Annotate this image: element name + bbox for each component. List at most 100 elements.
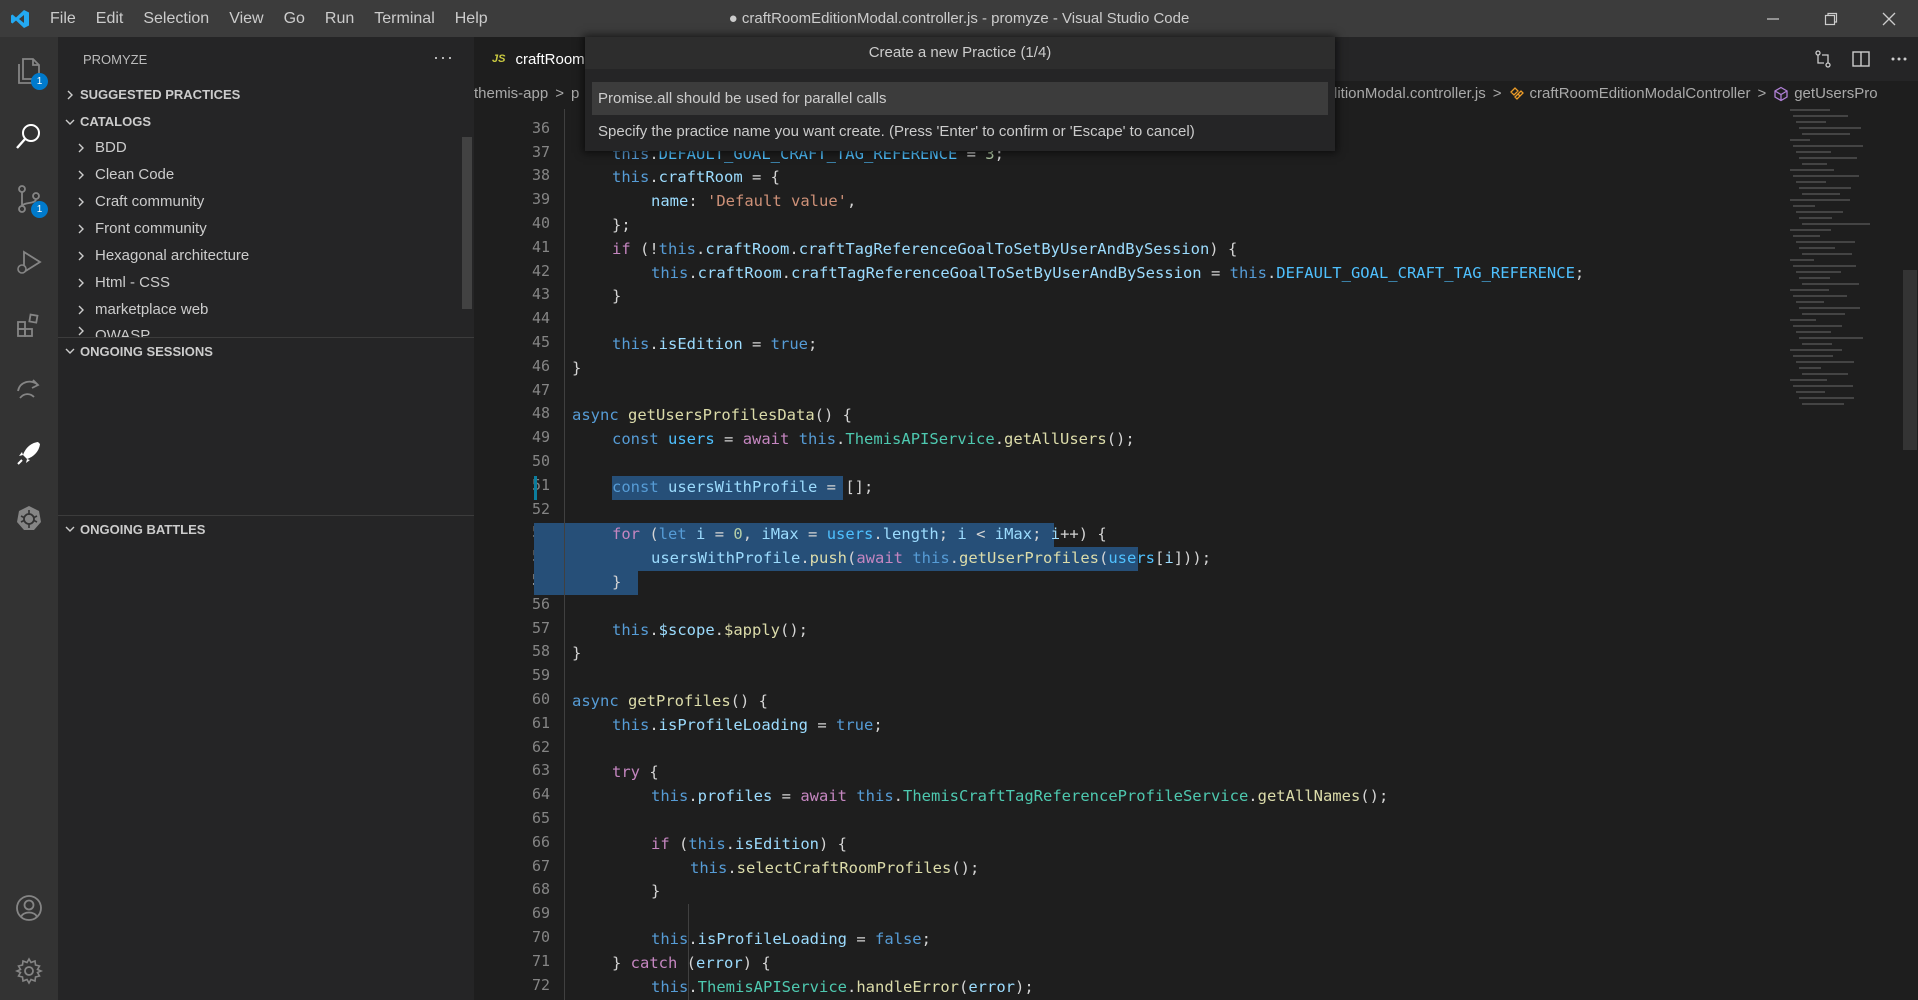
line-number: 40 <box>531 214 550 232</box>
helm-wheel-icon <box>17 506 41 530</box>
code-line-58: } <box>572 644 582 663</box>
line-number: 66 <box>531 832 550 851</box>
line-number: 39 <box>531 190 550 209</box>
close-button[interactable] <box>1860 0 1918 37</box>
code-line-64: this.profiles = await this.ThemisCraftTa… <box>651 787 1389 806</box>
minimap-line <box>1790 169 1834 171</box>
chevron-right-icon <box>75 250 95 262</box>
chevron-right-icon <box>75 277 95 289</box>
minimap-line <box>1790 199 1850 201</box>
minimap[interactable] <box>1780 109 1905 429</box>
scm-badge: 1 <box>31 201 48 218</box>
chevron-right-icon <box>75 169 95 181</box>
menu-view[interactable]: View <box>219 0 273 37</box>
code-line-57: this.$scope.$apply(); <box>612 620 809 639</box>
minimap-line <box>1790 259 1814 261</box>
breadcrumb-file[interactable]: litionModal.controller.js <box>1334 85 1486 102</box>
section-ongoing-battles[interactable]: ONGOING BATTLES <box>58 515 474 542</box>
remote-explorer-button[interactable] <box>0 359 58 417</box>
line-number: 60 <box>531 690 550 708</box>
more-editor-actions-button[interactable] <box>1880 37 1918 81</box>
section-label: ONGOING BATTLES <box>80 521 206 537</box>
section-suggested-practices[interactable]: SUGGESTED PRACTICES <box>58 81 474 108</box>
line-number: 37 <box>531 142 550 161</box>
editor-scrollbar[interactable] <box>1903 270 1917 450</box>
title-bar: File Edit Selection View Go Run Terminal… <box>0 0 1918 37</box>
source-control-button[interactable]: 1 <box>0 170 58 228</box>
kubernetes-button[interactable] <box>0 489 58 547</box>
section-catalogs[interactable]: CATALOGS <box>58 108 474 135</box>
code-content: this.DEFAULT_GOAL_CRAFT_TAG_REFERENCE = … <box>534 109 1918 1000</box>
promyze-button[interactable] <box>0 424 58 482</box>
minimap-line <box>1799 307 1860 309</box>
minimap-line <box>1799 217 1832 219</box>
line-number: 50 <box>531 452 550 470</box>
open-changes-button[interactable] <box>1804 37 1842 81</box>
section-label: ONGOING SESSIONS <box>80 343 213 359</box>
catalog-item-clean-code[interactable]: Clean Code <box>58 161 458 188</box>
breadcrumb-folder[interactable]: p <box>571 85 579 102</box>
explorer-button[interactable]: 1 <box>0 42 58 100</box>
line-number: 59 <box>531 666 550 685</box>
line-number: 51 <box>531 475 550 494</box>
code-line-60: async getProfiles() { <box>572 692 768 710</box>
extensions-icon <box>17 313 39 337</box>
minimap-line <box>1793 385 1853 387</box>
chevron-right-icon <box>75 142 95 154</box>
section-ongoing-sessions[interactable]: ONGOING SESSIONS <box>58 337 474 364</box>
line-number: 38 <box>531 166 550 185</box>
run-debug-button[interactable] <box>0 233 58 291</box>
line-number: 43 <box>531 285 550 304</box>
line-number: 58 <box>531 642 550 661</box>
minimize-button[interactable] <box>1744 0 1802 37</box>
minimap-line <box>1793 115 1848 117</box>
breadcrumb-folder[interactable]: themis-app <box>474 85 548 102</box>
catalog-item-html-css[interactable]: Html - CSS <box>58 269 458 296</box>
line-number: 35 <box>490 109 550 113</box>
minimap-line <box>1793 325 1842 327</box>
minimap-line <box>1802 163 1827 165</box>
code-line-51: const usersWithProfile = []; <box>612 477 874 496</box>
sidebar-header: PROMYZE ··· <box>58 37 474 81</box>
catalog-item-owasp[interactable]: OWASP <box>58 323 458 337</box>
breadcrumb-class[interactable]: craftRoomEditionModalController <box>1530 85 1751 102</box>
line-number: 36 <box>531 118 550 137</box>
code-line-54: usersWithProfile.push(await this.getUser… <box>651 549 1212 568</box>
menu-edit[interactable]: Edit <box>86 0 134 37</box>
minimap-line <box>1796 181 1826 183</box>
more-actions-button[interactable]: ··· <box>433 47 454 68</box>
practice-name-input[interactable] <box>592 82 1328 115</box>
code-line-71: } catch (error) { <box>612 953 771 972</box>
catalog-item-label: Hexagonal architecture <box>95 247 250 264</box>
minimap-line <box>1802 133 1850 135</box>
breadcrumb-separator-icon: > <box>1757 85 1767 102</box>
chevron-right-icon <box>58 89 80 101</box>
menu-selection[interactable]: Selection <box>133 0 219 37</box>
catalog-item-hexagonal-architecture[interactable]: Hexagonal architecture <box>58 242 458 269</box>
code-line-38: this.craftRoom = { <box>612 168 780 187</box>
breadcrumb-method[interactable]: getUsersPro <box>1794 85 1877 102</box>
catalog-item-label: Clean Code <box>95 166 175 183</box>
minimap-line <box>1799 157 1857 159</box>
menu-file[interactable]: File <box>40 0 86 37</box>
catalog-item-bdd[interactable]: BDD <box>58 134 458 161</box>
catalog-item-craft-community[interactable]: Craft community <box>58 188 458 215</box>
line-number: 61 <box>531 713 550 732</box>
split-editor-button[interactable] <box>1842 37 1880 81</box>
sidebar-scrollbar[interactable] <box>462 137 472 309</box>
extensions-button[interactable] <box>0 296 58 354</box>
catalog-item-marketplace-web[interactable]: marketplace web <box>58 296 458 323</box>
menu-help[interactable]: Help <box>445 0 498 37</box>
settings-button[interactable] <box>0 942 58 1000</box>
catalog-item-front-community[interactable]: Front community <box>58 215 458 242</box>
menu-run[interactable]: Run <box>315 0 364 37</box>
menu-terminal[interactable]: Terminal <box>364 0 444 37</box>
line-number: 48 <box>531 404 550 423</box>
menu-go[interactable]: Go <box>274 0 315 37</box>
tab-craftroom-controller[interactable]: JS craftRoom <box>474 37 594 81</box>
search-button[interactable] <box>0 107 58 165</box>
accounts-button[interactable] <box>0 879 58 937</box>
gear-icon <box>14 957 44 985</box>
code-editor[interactable]: 3536373839404142434445464748495051525354… <box>474 109 1918 1000</box>
restore-button[interactable] <box>1802 0 1860 37</box>
